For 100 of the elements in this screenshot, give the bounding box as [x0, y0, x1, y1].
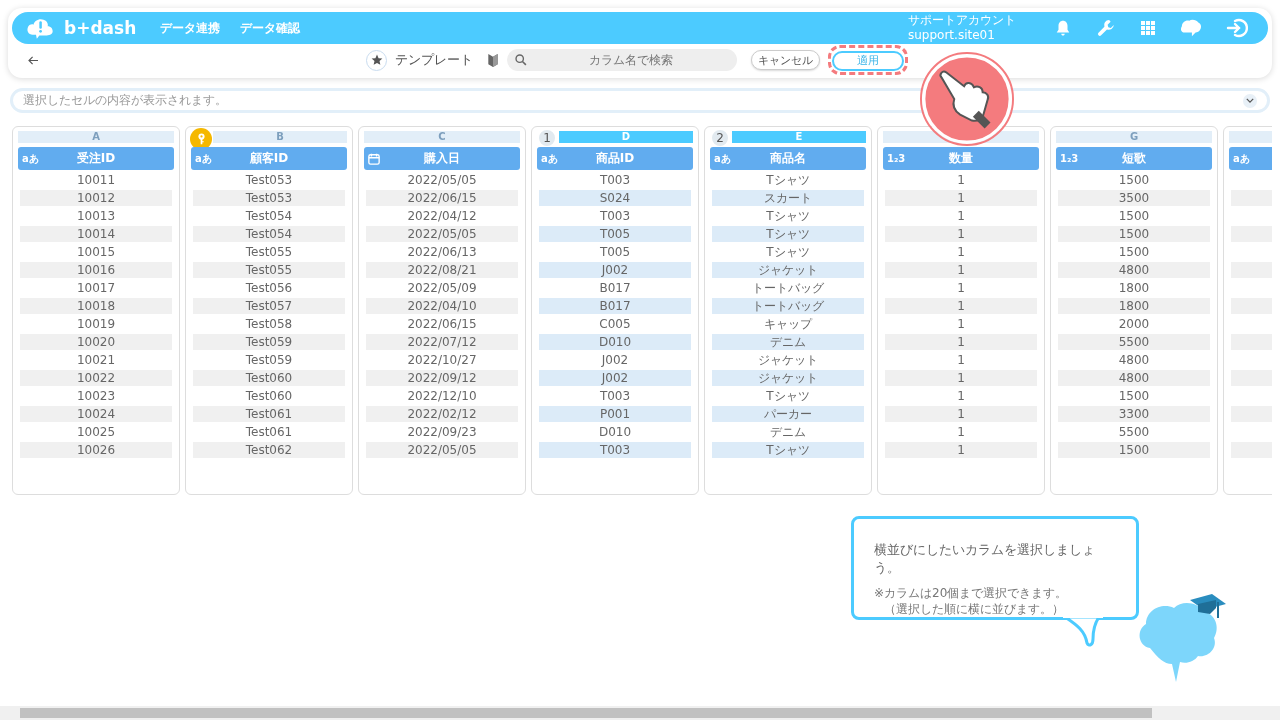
table-cell[interactable]: P001 — [539, 406, 691, 422]
table-cell[interactable]: 10022 — [20, 370, 172, 386]
table-cell[interactable]: T003 — [539, 388, 691, 404]
table-cell[interactable]: 5500 — [1058, 424, 1210, 440]
column-card[interactable]: C 購入日 2022/05/05 2022/06/15 2022/04/12 2022/05/05 2022/06/13 2022/08/21 2022/05/09 2022/04/10 2022/06/15 2022/07/12 2022/10/27 2022/09/12 2022/12/10 2022/02/12 2022/09/23 2022/05/05 — [358, 126, 526, 495]
table-cell[interactable]: ジャケット — [712, 352, 864, 368]
table-cell[interactable]: Test054 — [193, 208, 345, 224]
table-cell[interactable]: デニム — [712, 334, 864, 350]
table-cell[interactable]: 1 — [885, 442, 1037, 458]
table-cell[interactable]: Tシャツ — [712, 172, 864, 188]
table-cell[interactable]: 10025 — [20, 424, 172, 440]
table-cell[interactable]: 2022/05/05 — [366, 226, 518, 242]
table-cell[interactable]: 2022/05/05 — [366, 172, 518, 188]
table-cell[interactable]: トートバッグ — [712, 298, 864, 314]
table-cell[interactable]: J002 — [539, 262, 691, 278]
apps-grid-icon[interactable] — [1140, 20, 1156, 36]
table-cell[interactable]: 2022/06/15 — [366, 190, 518, 206]
table-cell[interactable]: Test061 — [193, 424, 345, 440]
search-field[interactable]: カラム名で検索 — [507, 49, 737, 71]
horizontal-scrollbar[interactable] — [0, 706, 1280, 720]
table-cell[interactable]: 1 — [885, 352, 1037, 368]
table-cell[interactable]: 4800 — [1058, 352, 1210, 368]
table-cell[interactable]: 10013 — [20, 208, 172, 224]
table-cell[interactable]: C005 — [539, 316, 691, 332]
table-cell[interactable]: Test056 — [193, 280, 345, 296]
table-cell[interactable]: 1 — [885, 208, 1037, 224]
table-cell[interactable]: 1500 — [1058, 244, 1210, 260]
table-cell[interactable]: Test054 — [193, 226, 345, 242]
table-cell[interactable]: 2022/09/23 — [366, 424, 518, 440]
table-cell[interactable]: Test053 — [193, 190, 345, 206]
table-cell[interactable]: B017 — [539, 298, 691, 314]
table-cell[interactable]: D010 — [539, 424, 691, 440]
table-cell[interactable]: 10014 — [20, 226, 172, 242]
table-cell[interactable]: 3300 — [1058, 406, 1210, 422]
table-cell[interactable]: J002 — [539, 370, 691, 386]
table-cell[interactable]: 10026 — [20, 442, 172, 458]
table-cell[interactable]: 10017 — [20, 280, 172, 296]
table-cell[interactable]: 5500 — [1058, 334, 1210, 350]
table-cell[interactable]: 2022/08/21 — [366, 262, 518, 278]
table-cell[interactable]: T003 — [539, 208, 691, 224]
table-cell[interactable]: B017 — [539, 280, 691, 296]
table-cell[interactable]: T005 — [539, 244, 691, 260]
table-cell[interactable]: キャップ — [712, 316, 864, 332]
table-cell[interactable]: 10024 — [20, 406, 172, 422]
table-cell[interactable]: T003 — [539, 172, 691, 188]
table-cell[interactable]: デニム — [712, 424, 864, 440]
cloud-logo-icon[interactable] — [26, 16, 56, 40]
wrench-icon[interactable] — [1096, 18, 1116, 38]
table-cell[interactable]: Test055 — [193, 262, 345, 278]
column-card[interactable]: G 1₂3 短歌 1500 3500 1500 1500 1500 4800 1800 1800 2000 5500 4800 4800 1500 3300 5500 1500 — [1050, 126, 1218, 495]
table-cell[interactable]: 1 — [885, 226, 1037, 242]
table-cell[interactable]: 1500 — [1058, 226, 1210, 242]
table-cell[interactable]: J002 — [539, 352, 691, 368]
chevron-down-icon[interactable] — [1243, 93, 1257, 108]
table-cell[interactable]: 4800 — [1058, 370, 1210, 386]
table-cell[interactable]: 1500 — [1058, 388, 1210, 404]
table-cell[interactable]: 10012 — [20, 190, 172, 206]
table-cell[interactable]: Tシャツ — [712, 208, 864, 224]
beginner-mark-icon[interactable] — [487, 52, 499, 68]
table-cell[interactable]: Test058 — [193, 316, 345, 332]
table-cell[interactable]: Test062 — [193, 442, 345, 458]
table-cell[interactable]: 10016 — [20, 262, 172, 278]
table-cell[interactable]: Test059 — [193, 334, 345, 350]
table-cell[interactable]: 2022/05/05 — [366, 442, 518, 458]
table-cell[interactable]: 2022/04/12 — [366, 208, 518, 224]
table-cell[interactable]: 1500 — [1058, 208, 1210, 224]
table-cell[interactable]: 10023 — [20, 388, 172, 404]
table-cell[interactable]: 2022/09/12 — [366, 370, 518, 386]
table-cell[interactable]: ジャケット — [712, 370, 864, 386]
table-cell[interactable]: 2022/02/12 — [366, 406, 518, 422]
column-card[interactable]: A aあ 受注ID 10011 10012 10013 10014 10015 10016 10017 10018 10019 10020 10021 10022 10023 10024 10025 10026 — [12, 126, 180, 495]
table-cell[interactable]: 1 — [885, 370, 1037, 386]
table-cell[interactable]: トートバッグ — [712, 280, 864, 296]
table-cell[interactable]: 1 — [885, 280, 1037, 296]
table-cell[interactable]: ジャケット — [712, 262, 864, 278]
table-cell[interactable]: Tシャツ — [712, 244, 864, 260]
table-cell[interactable]: 1 — [885, 244, 1037, 260]
table-cell[interactable]: T005 — [539, 226, 691, 242]
table-cell[interactable]: 2022/12/10 — [366, 388, 518, 404]
table-cell[interactable]: 1 — [885, 388, 1037, 404]
table-cell[interactable]: 1 — [885, 316, 1037, 332]
table-cell[interactable]: 1 — [885, 190, 1037, 206]
table-cell[interactable]: 4800 — [1058, 262, 1210, 278]
table-cell[interactable]: 1 — [885, 424, 1037, 440]
table-cell[interactable]: 2022/06/13 — [366, 244, 518, 260]
table-cell[interactable]: 2022/05/09 — [366, 280, 518, 296]
table-cell[interactable]: 1 — [885, 298, 1037, 314]
table-cell[interactable]: S024 — [539, 190, 691, 206]
table-cell[interactable]: 10021 — [20, 352, 172, 368]
table-cell[interactable]: スカート — [712, 190, 864, 206]
table-cell[interactable]: 1500 — [1058, 442, 1210, 458]
table-cell[interactable]: T003 — [539, 442, 691, 458]
table-cell[interactable]: 2022/04/10 — [366, 298, 518, 314]
table-cell[interactable]: Test060 — [193, 370, 345, 386]
column-card[interactable]: 1₂3 数量 1 1 1 1 1 1 1 1 1 1 1 1 1 1 1 1 — [877, 126, 1045, 495]
table-cell[interactable]: Test053 — [193, 172, 345, 188]
table-cell[interactable]: 3500 — [1058, 190, 1210, 206]
bell-icon[interactable] — [1054, 19, 1072, 37]
table-cell[interactable]: パーカー — [712, 406, 864, 422]
cancel-button[interactable]: キャンセル — [751, 50, 820, 70]
